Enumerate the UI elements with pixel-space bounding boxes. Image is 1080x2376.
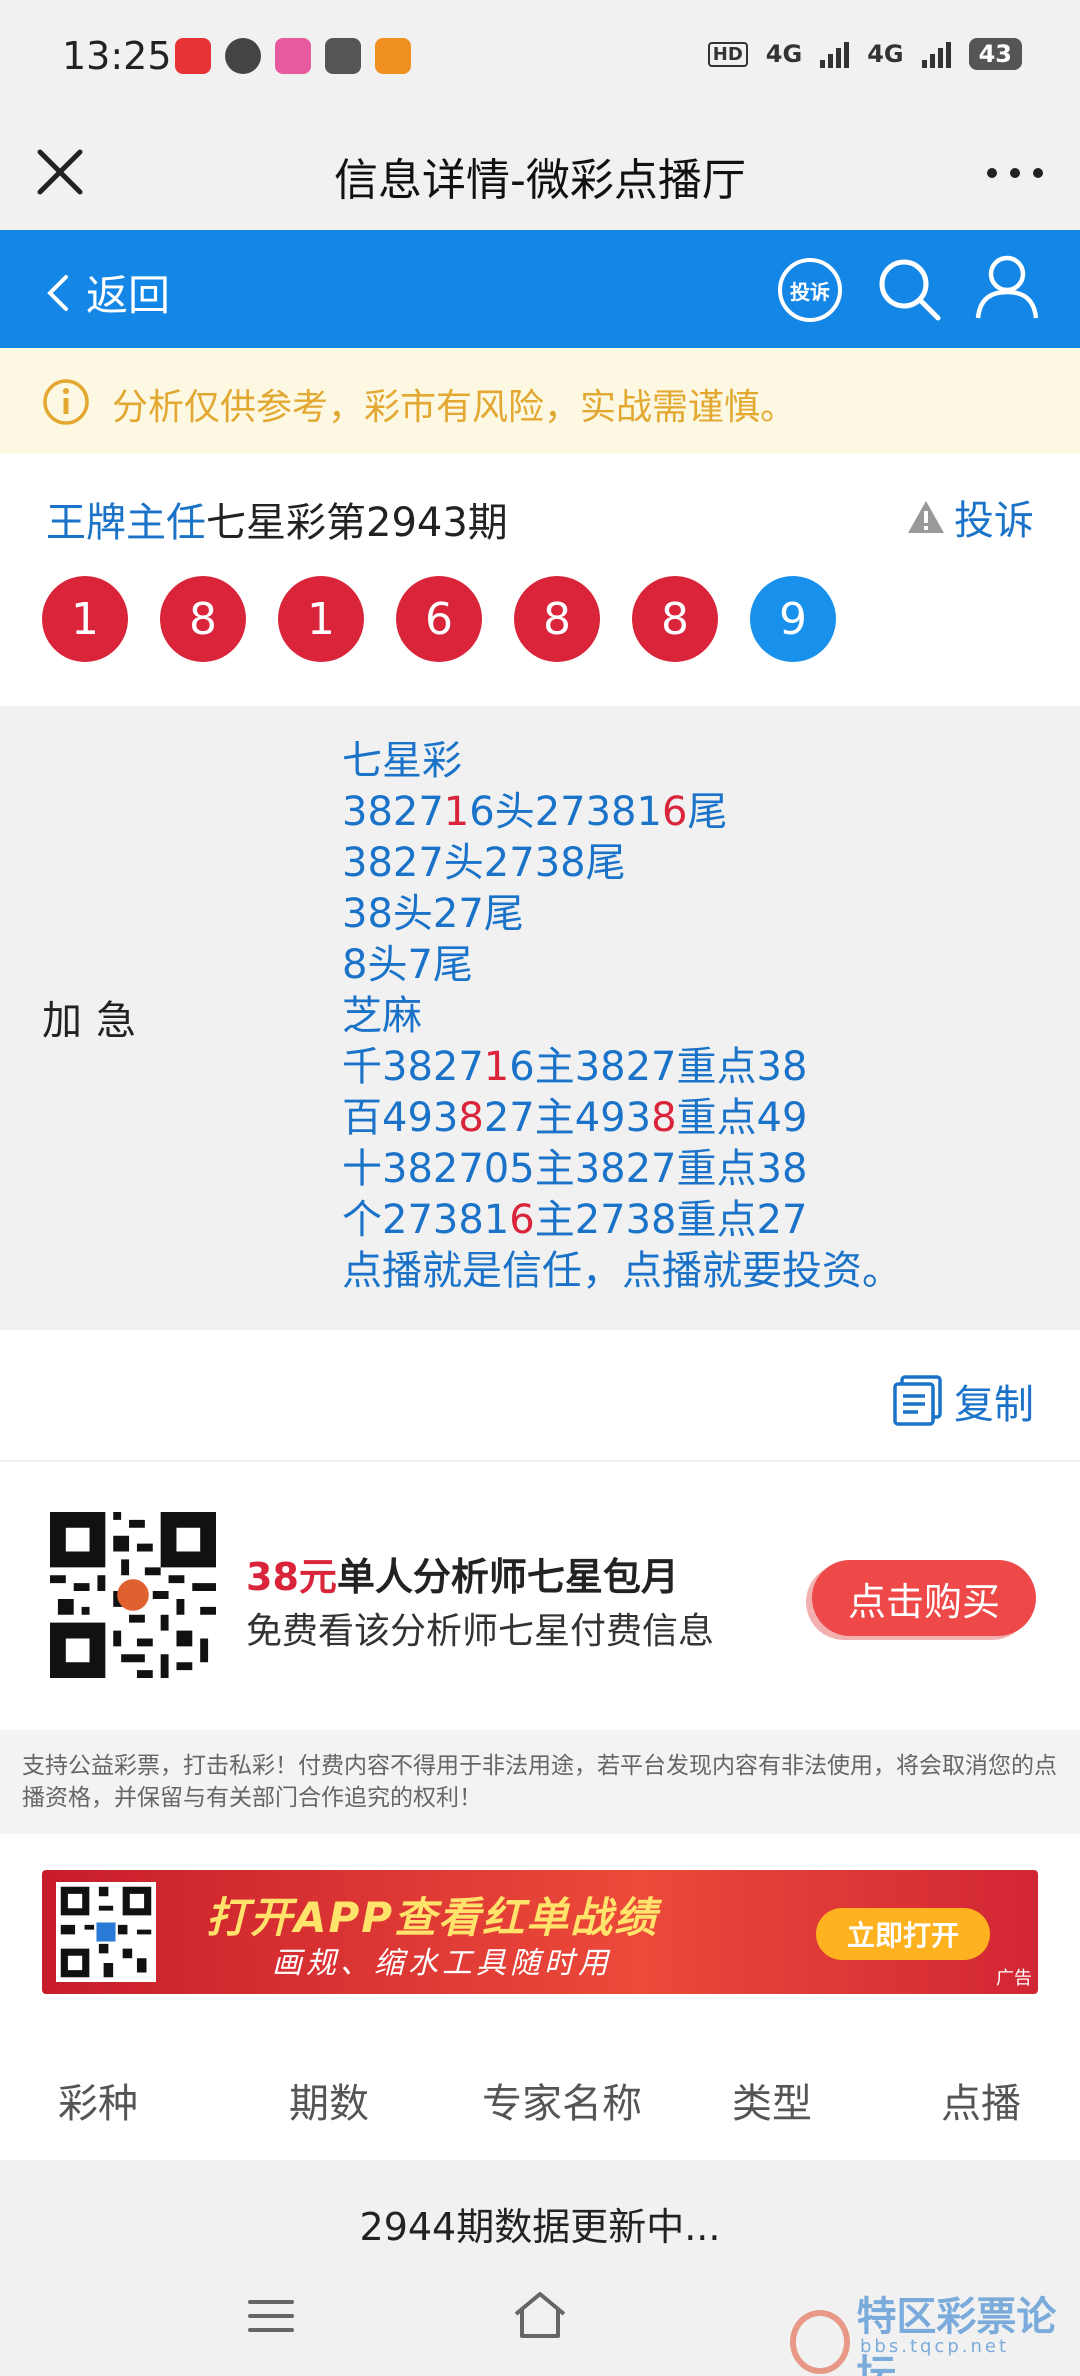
content-line: 8头7尾 <box>342 942 473 988</box>
copy-label: 复制 <box>954 1382 1034 1428</box>
signal-4g-label: 4G <box>765 40 803 68</box>
warning-icon <box>908 501 944 533</box>
card-icon <box>325 38 361 74</box>
status-bar: 13:25 HD 4G 4G 43 <box>0 0 1080 118</box>
number-ball: 8 <box>160 576 246 662</box>
info-icon <box>43 379 89 425</box>
prediction-content: 加急 七星彩 382716头273816尾 3827头2738尾 38头27尾 … <box>0 706 1080 1330</box>
chat-bubble-icon <box>225 38 261 74</box>
content-line: 十382705主3827重点38 <box>342 1146 808 1192</box>
system-nav-bar: 特区彩票论坛 bbs.tqcp.net <box>0 2254 1080 2376</box>
hd-icon: HD <box>707 41 748 67</box>
user-button[interactable] <box>972 252 1042 322</box>
post-heading: 王牌主任七星彩第2943期 <box>46 490 508 548</box>
home-button[interactable] <box>510 2288 570 2342</box>
page-title: 信息详情-微彩点播厅 <box>334 155 746 206</box>
notice-text: 分析仅供参考，彩市有风险，实战需谨慎。 <box>112 387 797 428</box>
open-app-button[interactable]: 立即打开 <box>816 1908 990 1960</box>
menu-icon <box>248 2300 294 2332</box>
number-ball: 1 <box>278 576 364 662</box>
back-label: 返回 <box>86 271 171 320</box>
report-label: 投诉 <box>954 498 1034 544</box>
menu-button[interactable] <box>246 2294 296 2338</box>
watermark-text: 特区彩票论坛 <box>856 2294 1057 2376</box>
promo-subtitle: 免费看该分析师七星付费信息 <box>246 1611 715 1652</box>
promo-price: 38元 <box>246 1555 337 1599</box>
forum-logo-icon <box>790 2310 851 2374</box>
watermark-url: bbs.tqcp.net <box>860 2336 1010 2357</box>
column-header: 类型 <box>732 2081 812 2127</box>
top-nav: 返回 投诉 <box>0 230 1080 348</box>
buy-button[interactable]: 点击购买 <box>812 1560 1036 1636</box>
issue-title: 七星彩第2943期 <box>206 500 508 546</box>
urgent-label: 加急 <box>42 998 150 1044</box>
more-button[interactable] <box>980 148 1050 198</box>
user-icon <box>975 255 1039 319</box>
qr-code-icon <box>56 1882 156 1982</box>
subscription-promo: 38元单人分析师七星包月 免费看该分析师七星付费信息 点击购买 <box>0 1462 1080 1730</box>
notification-icons <box>175 38 411 74</box>
more-dots-icon <box>987 168 1043 178</box>
copy-button[interactable]: 复制 <box>892 1372 1034 1430</box>
update-status: 2944期数据更新中... <box>359 2205 721 2249</box>
banner-title: 打开APP查看红单战绩 <box>206 1893 659 1942</box>
promo-title: 38元单人分析师七星包月 <box>246 1555 679 1599</box>
report-button[interactable]: 投诉 <box>906 488 1034 546</box>
forum-watermark: 特区彩票论坛 bbs.tqcp.net <box>790 2284 1080 2376</box>
column-header: 期数 <box>289 2081 369 2127</box>
prediction-lines: 七星彩 382716头273816尾 3827头2738尾 38头27尾 8头7… <box>342 736 902 1297</box>
copy-document-icon <box>893 1375 942 1426</box>
expert-name-link[interactable]: 王牌主任 <box>46 500 206 546</box>
content-line: 七星彩 <box>342 738 462 784</box>
risk-notice: 分析仅供参考，彩市有风险，实战需谨慎。 <box>0 348 1080 454</box>
app-ad-banner[interactable]: 打开APP查看红单战绩 画规、缩水工具随时用 立即打开 广告 <box>42 1870 1038 1994</box>
app-icon-orange <box>375 38 411 74</box>
disclaimer-text: 支持公益彩票，打击私彩！付费内容不得用于非法用途，若平台发现内容有非法使用，将会… <box>0 1730 1080 1834</box>
content-line: 芝麻 <box>342 993 422 1039</box>
back-button[interactable]: 返回 <box>44 262 170 323</box>
content-line: 点播就是信任，点播就要投资。 <box>342 1248 902 1294</box>
content-line: 百493827主4938重点49 <box>342 1095 808 1141</box>
signal-bars-icon <box>820 40 850 68</box>
number-ball: 8 <box>514 576 600 662</box>
home-icon <box>514 2292 566 2338</box>
number-ball: 1 <box>42 576 128 662</box>
column-header: 彩种 <box>58 2081 138 2127</box>
special-number-ball: 9 <box>750 576 836 662</box>
toutiao-app-icon <box>175 38 211 74</box>
search-icon <box>879 259 941 321</box>
battery-icon: 43 <box>968 38 1022 70</box>
content-line: 个273816主2738重点27 <box>342 1197 808 1243</box>
draw-numbers: 1 8 1 6 8 8 9 <box>42 576 836 662</box>
title-bar: 信息详情-微彩点播厅 <box>0 118 1080 230</box>
ad-tag: 广告 <box>996 1968 1032 1989</box>
table-header: 彩种 期数 专家名称 类型 点播 <box>0 2040 1080 2160</box>
status-time: 13:25 <box>62 34 172 78</box>
complain-button[interactable]: 投诉 <box>778 258 842 322</box>
content-line: 千382716主3827重点38 <box>342 1044 808 1090</box>
content-line: 382716头273816尾 <box>342 789 728 835</box>
status-right: HD 4G 4G 43 <box>707 38 1022 70</box>
number-ball: 6 <box>396 576 482 662</box>
number-ball: 8 <box>632 576 718 662</box>
banner-subtitle: 画规、缩水工具随时用 <box>272 1946 612 1981</box>
content-line: 38头27尾 <box>342 891 524 937</box>
content-line: 3827头2738尾 <box>342 840 626 886</box>
search-button[interactable] <box>874 254 944 324</box>
chevron-left-icon <box>47 274 68 311</box>
signal-bars-icon-2 <box>921 40 951 68</box>
qr-code-icon <box>50 1512 216 1678</box>
signal-4g-label-2: 4G <box>867 40 904 68</box>
column-header: 点播 <box>941 2081 1021 2127</box>
column-header: 专家名称 <box>482 2081 642 2127</box>
app-icon <box>275 38 311 74</box>
